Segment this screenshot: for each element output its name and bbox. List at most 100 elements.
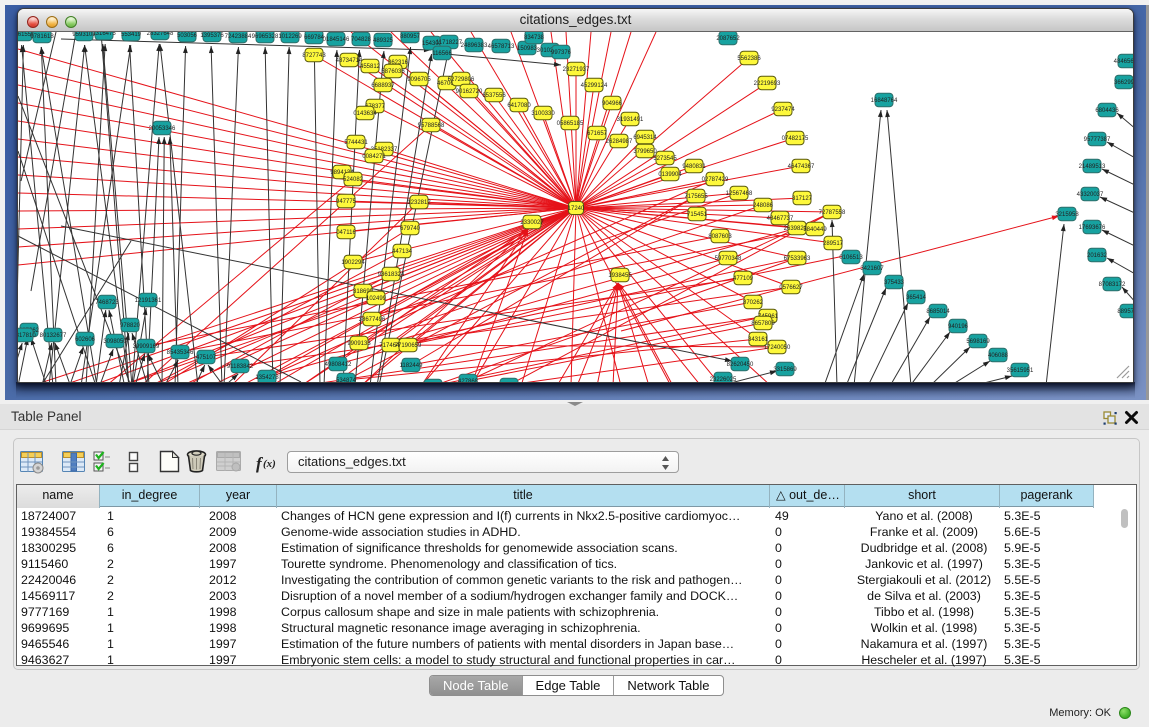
svg-text:5840449: 5840449	[803, 227, 827, 233]
svg-text:447134: 447134	[392, 249, 413, 255]
svg-text:26284987: 26284987	[606, 139, 633, 145]
svg-text:997376: 997376	[551, 50, 572, 56]
svg-text:46578713: 46578713	[488, 44, 515, 50]
svg-text:940196: 940196	[948, 324, 969, 330]
svg-text:375433: 375433	[884, 280, 905, 286]
svg-text:96965328: 96965328	[252, 34, 279, 40]
svg-text:02787429: 02787429	[702, 177, 729, 183]
svg-text:85435346: 85435346	[167, 350, 194, 356]
svg-text:047116: 047116	[336, 230, 356, 236]
svg-text:1232812: 1232812	[407, 200, 431, 206]
svg-text:3799650: 3799650	[633, 149, 657, 155]
svg-text:406088: 406088	[988, 353, 1009, 359]
svg-text:(x): (x)	[263, 458, 276, 470]
svg-text:3421607: 3421607	[860, 266, 884, 272]
svg-text:553419: 553419	[121, 32, 142, 38]
svg-text:0106513: 0106513	[839, 255, 863, 261]
svg-text:201632: 201632	[1087, 253, 1108, 259]
svg-text:2087652: 2087652	[716, 36, 740, 42]
svg-text:7317810: 7317810	[18, 333, 36, 339]
svg-text:3215958: 3215958	[1055, 212, 1079, 218]
svg-text:0139904: 0139904	[658, 172, 682, 178]
svg-text:477109: 477109	[733, 276, 754, 282]
svg-text:947775: 947775	[336, 199, 357, 205]
svg-text:12191361: 12191361	[135, 298, 162, 304]
svg-text:8895798: 8895798	[1117, 309, 1133, 315]
svg-text:248086: 248086	[753, 203, 774, 209]
svg-text:5876036: 5876036	[381, 69, 405, 75]
svg-text:317127: 317127	[792, 196, 813, 202]
svg-text:475107: 475107	[196, 355, 217, 361]
svg-text:5562386: 5562386	[737, 56, 761, 62]
svg-text:1902294: 1902294	[341, 260, 365, 266]
svg-text:95777387: 95777387	[1084, 137, 1111, 143]
svg-text:671657: 671657	[587, 131, 608, 137]
svg-text:8657809: 8657809	[751, 321, 775, 327]
svg-text:9909133: 9909133	[347, 341, 371, 347]
svg-text:978820: 978820	[120, 323, 141, 329]
svg-text:870262: 870262	[743, 300, 764, 306]
svg-text:77190659: 77190659	[395, 343, 422, 349]
svg-text:5698169: 5698169	[966, 339, 990, 345]
svg-text:1395376: 1395376	[200, 33, 224, 39]
svg-text:49808412: 49808412	[325, 362, 352, 368]
svg-text:43320037: 43320037	[1077, 192, 1104, 198]
svg-text:7175655: 7175655	[684, 194, 708, 200]
svg-text:9237474: 9237474	[771, 107, 795, 113]
svg-text:80132677: 80132677	[40, 333, 67, 339]
svg-text:669784: 669784	[304, 35, 325, 41]
svg-text:6688937: 6688937	[371, 83, 395, 89]
svg-text:679740: 679740	[400, 226, 421, 232]
svg-text:1012269: 1012269	[278, 34, 302, 40]
svg-text:534874: 534874	[336, 378, 357, 382]
svg-text:503056: 503056	[177, 33, 198, 39]
svg-text:17240050: 17240050	[764, 345, 791, 351]
svg-text:62729806: 62729806	[448, 77, 475, 83]
svg-text:3315869: 3315869	[773, 367, 797, 373]
svg-text:102499: 102499	[366, 296, 387, 302]
svg-text:91183842: 91183842	[227, 364, 254, 370]
svg-text:715451: 715451	[687, 212, 708, 218]
svg-text:6945314: 6945314	[633, 135, 657, 141]
svg-text:20053346: 20053346	[149, 126, 176, 132]
svg-text:1316475: 1316475	[92, 32, 116, 37]
svg-text:21489513: 21489513	[1079, 164, 1106, 170]
svg-text:8727743: 8727743	[302, 53, 326, 59]
svg-text:2330027: 2330027	[520, 220, 544, 226]
svg-text:904966: 904966	[602, 101, 623, 107]
svg-text:95788568: 95788568	[418, 123, 445, 129]
svg-text:9480831: 9480831	[682, 164, 706, 170]
svg-text:0143634: 0143634	[353, 111, 377, 117]
svg-text:72423884: 72423884	[225, 34, 252, 40]
svg-text:17693676: 17693676	[1079, 225, 1106, 231]
svg-text:82620450: 82620450	[727, 362, 754, 368]
svg-text:6537556: 6537556	[482, 93, 506, 99]
svg-text:38677496: 38677496	[359, 317, 386, 323]
svg-text:1354278: 1354278	[255, 375, 279, 381]
svg-text:1938455: 1938455	[608, 273, 632, 279]
svg-text:05865185: 05865185	[557, 121, 584, 127]
svg-text:12567468: 12567468	[726, 191, 753, 197]
svg-text:48465648: 48465648	[1114, 59, 1133, 65]
svg-text:45299124: 45299124	[581, 83, 608, 89]
svg-text:35615951: 35615951	[1007, 368, 1034, 374]
svg-text:3100330: 3100330	[531, 111, 555, 117]
svg-text:366299: 366299	[1114, 80, 1133, 86]
svg-text:343161: 343161	[748, 337, 769, 343]
svg-text:24896383: 24896383	[461, 43, 488, 49]
svg-text:1182449: 1182449	[400, 363, 424, 369]
svg-text:427868: 427868	[458, 379, 479, 382]
svg-text:0576627: 0576627	[779, 285, 803, 291]
svg-text:93618324: 93618324	[378, 272, 405, 278]
svg-text:11718227: 11718227	[436, 40, 463, 46]
svg-text:87083172: 87083172	[1099, 282, 1126, 288]
svg-text:9096705: 9096705	[407, 77, 431, 83]
svg-text:150983: 150983	[517, 46, 538, 52]
svg-text:28327648: 28327648	[147, 32, 174, 37]
svg-text:90162720: 90162720	[456, 89, 483, 95]
svg-text:3098050: 3098050	[103, 339, 127, 345]
svg-text:46474367: 46474367	[788, 164, 815, 170]
svg-text:524082: 524082	[343, 177, 364, 183]
svg-text:16848764: 16848764	[871, 98, 898, 104]
svg-text:7468723: 7468723	[95, 300, 119, 306]
